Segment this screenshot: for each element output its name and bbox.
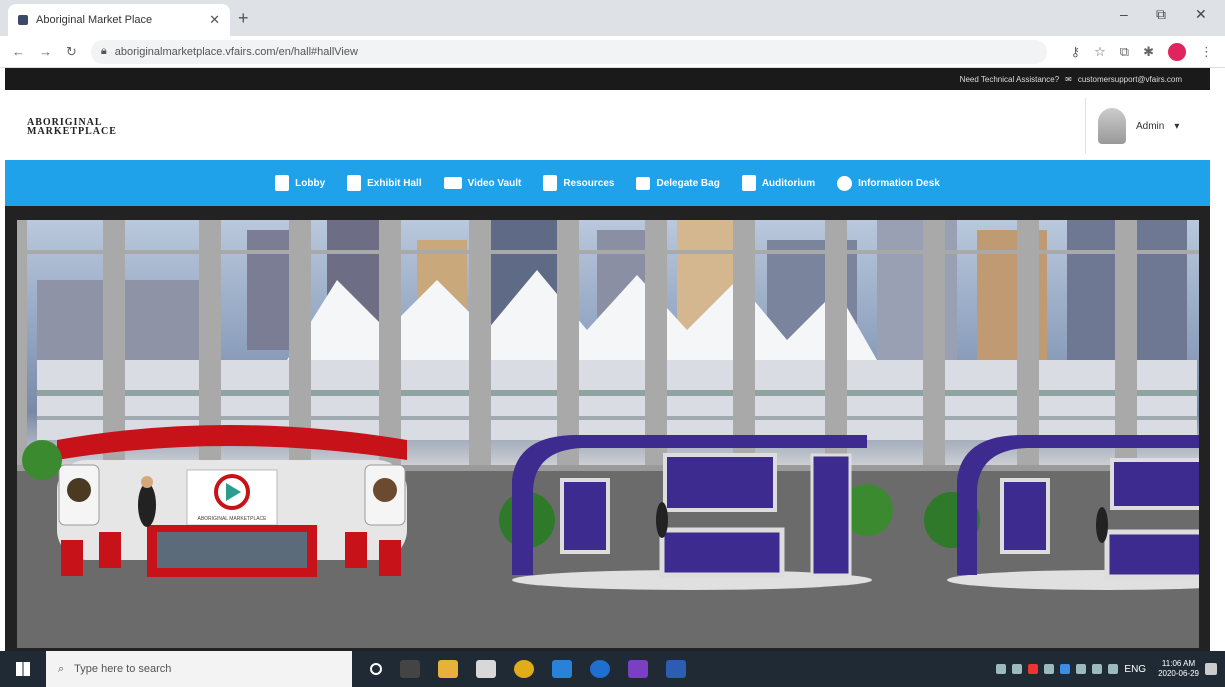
clock[interactable]: 11:06 AM 2020-06-29	[1158, 659, 1199, 679]
profile-avatar-icon[interactable]	[1168, 42, 1186, 61]
nav-label: Auditorium	[761, 177, 816, 189]
word-icon[interactable]	[666, 660, 686, 678]
favicon-icon	[18, 15, 28, 25]
teams-icon[interactable]	[628, 660, 648, 678]
booth-logo-text: ABORIGINAL MARKETPLACE	[198, 516, 268, 522]
windows-logo-icon	[16, 662, 30, 676]
store-icon[interactable]	[476, 660, 496, 678]
puzzle-icon[interactable]: ✱	[1143, 44, 1154, 60]
site-logo[interactable]: ABORIGINAL MARKETPLACE	[27, 118, 117, 137]
user-menu[interactable]: Admin ▾	[1085, 98, 1203, 154]
tray-icon[interactable]	[1076, 664, 1087, 674]
search-placeholder: Type here to search	[74, 663, 172, 675]
notifications-icon[interactable]	[1205, 663, 1217, 675]
exhibit-hall-icon	[347, 175, 362, 191]
lobby-icon	[275, 175, 290, 191]
tray-icon[interactable]	[1060, 664, 1071, 674]
tab-title: Aboriginal Market Place	[36, 14, 153, 26]
cortana-icon[interactable]	[370, 663, 382, 675]
plant	[22, 440, 62, 480]
menu-icon[interactable]: ⋮	[1200, 44, 1213, 60]
caret-down-icon: ▾	[1174, 120, 1180, 132]
tray-icon[interactable]	[996, 664, 1007, 674]
maximize-button[interactable]: ⧉	[1156, 6, 1166, 23]
language-indicator[interactable]: ENG	[1124, 664, 1146, 675]
star-icon[interactable]: ☆	[1094, 44, 1106, 60]
forward-icon[interactable]: →	[39, 44, 52, 59]
exhibit-hall-scene: ABORIGINAL MARKETPLACE	[17, 220, 1199, 648]
nav-item-exhibit-hall[interactable]: Exhibit Hall	[347, 175, 422, 191]
resources-icon	[543, 175, 558, 191]
auditorium-icon	[741, 175, 756, 191]
nav-label: Resources	[563, 177, 615, 189]
nav-label: Lobby	[295, 177, 326, 189]
logo-line-2: MARKETPLACE	[27, 126, 117, 137]
taskbar-search[interactable]: ⌕ Type here to search	[46, 651, 352, 687]
back-icon[interactable]: ←	[12, 44, 25, 59]
nav-item-delegate-bag[interactable]: Delegate Bag	[636, 176, 720, 190]
new-tab-button[interactable]: +	[238, 8, 249, 29]
extension-icon[interactable]: ⧉	[1120, 44, 1129, 60]
exhibit-hall-viewport: ABORIGINAL MARKETPLACE	[5, 206, 1210, 651]
nav-label: Delegate Bag	[656, 177, 720, 189]
browser-tab-strip: Aboriginal Market Place ✕ + – ⧉ ✕	[0, 0, 1225, 36]
key-icon[interactable]: ⚷	[1071, 44, 1081, 60]
wifi-icon[interactable]	[1092, 664, 1103, 674]
hall-illustration: ABORIGINAL MARKETPLACE	[17, 220, 1199, 648]
nav-item-information-desk[interactable]: Information Desk	[837, 175, 940, 191]
address-bar[interactable]: 🔒︎ aboriginalmarketplace.vfairs.com/en/h…	[90, 39, 1047, 64]
booth-aboriginal-marketplace[interactable]: ABORIGINAL MARKETPLACE	[57, 425, 407, 577]
clock-date: 2020-06-29	[1158, 669, 1199, 678]
mail-icon: ✉	[1065, 74, 1072, 84]
chrome-icon[interactable]	[514, 660, 534, 678]
tray-icon[interactable]	[1028, 664, 1039, 674]
browser-tab[interactable]: Aboriginal Market Place ✕	[8, 4, 230, 36]
user-name: Admin	[1136, 120, 1165, 132]
nav-label: Information Desk	[858, 177, 940, 189]
nav-label: Video Vault	[467, 177, 522, 189]
minimize-button[interactable]: –	[1120, 6, 1128, 22]
start-button[interactable]	[0, 651, 46, 687]
tray-icon[interactable]	[1012, 664, 1023, 674]
bag-icon	[636, 176, 651, 190]
avatar	[1098, 108, 1126, 144]
edge-icon[interactable]	[590, 660, 610, 678]
nav-item-video-vault[interactable]: Video Vault	[443, 177, 522, 189]
video-camera-icon	[443, 177, 462, 189]
browser-toolbar: ← → ↻ 🔒︎ aboriginalmarketplace.vfairs.co…	[0, 36, 1225, 68]
reload-icon[interactable]: ↻	[66, 44, 77, 60]
volume-icon[interactable]	[1108, 664, 1119, 674]
main-nav: Lobby Exhibit Hall Video Vault Resources…	[5, 160, 1210, 206]
windows-taskbar: ⌕ Type here to search ENG 11:06 AM 2020-…	[0, 651, 1225, 687]
nav-item-lobby[interactable]: Lobby	[275, 175, 325, 191]
support-text: Need Technical Assistance?	[959, 74, 1060, 84]
close-tab-icon[interactable]: ✕	[209, 12, 220, 28]
task-view-icon[interactable]	[400, 660, 420, 678]
support-email-link[interactable]: customersupport@vfairs.com	[1078, 75, 1182, 84]
close-window-button[interactable]: ✕	[1195, 6, 1207, 23]
support-bar: Need Technical Assistance? ✉ customersup…	[5, 68, 1210, 90]
url-text: aboriginalmarketplace.vfairs.com/en/hall…	[114, 45, 358, 58]
info-icon	[837, 175, 853, 191]
nav-label: Exhibit Hall	[367, 177, 422, 189]
nav-item-auditorium[interactable]: Auditorium	[741, 175, 816, 191]
nav-item-resources[interactable]: Resources	[543, 175, 614, 191]
file-explorer-icon[interactable]	[438, 660, 458, 678]
clock-time: 11:06 AM	[1161, 659, 1196, 668]
tray-icon[interactable]	[1044, 664, 1055, 674]
site-header: ABORIGINAL MARKETPLACE Admin ▾	[5, 90, 1210, 160]
system-tray: ENG 11:06 AM 2020-06-29	[996, 659, 1225, 679]
search-icon: ⌕	[58, 662, 65, 675]
lock-icon: 🔒︎	[100, 45, 107, 57]
mail-app-icon[interactable]	[552, 660, 572, 678]
